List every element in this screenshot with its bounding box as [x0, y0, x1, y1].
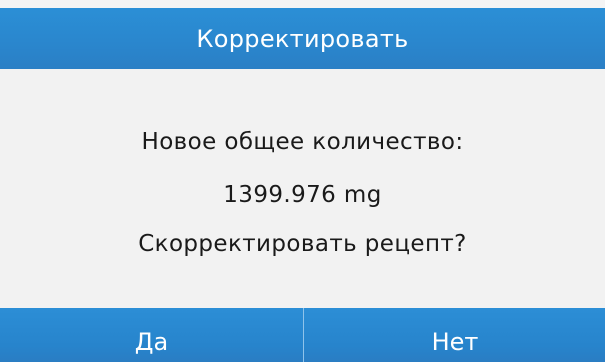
yes-button[interactable]: Да — [0, 308, 303, 362]
no-button-label: Нет — [431, 328, 479, 356]
yes-button-label: Да — [134, 328, 169, 356]
button-bar: Да Нет — [0, 308, 605, 362]
no-button[interactable]: Нет — [304, 308, 605, 362]
top-edge — [0, 0, 605, 8]
title-bar: Корректировать — [0, 8, 605, 69]
adjust-recipe-question: Скорректировать рецепт? — [138, 231, 467, 257]
new-total-label: Новое общее количество: — [141, 129, 464, 155]
new-total-amount: 1399.976 mg — [223, 182, 382, 208]
dialog-body: Новое общее количество: 1399.976 mg Скор… — [0, 69, 605, 308]
correction-dialog: Корректировать Новое общее количество: 1… — [0, 0, 605, 362]
dialog-title: Корректировать — [196, 24, 409, 53]
